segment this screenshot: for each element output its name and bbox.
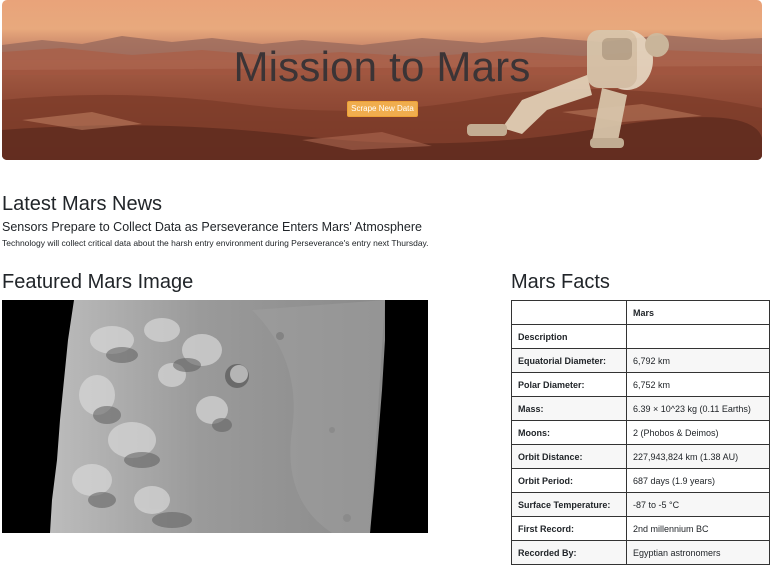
table-row: First Record: 2nd millennium BC xyxy=(511,516,770,541)
news-paragraph: Technology will collect critical data ab… xyxy=(2,238,429,248)
fact-value xyxy=(626,324,770,349)
table-row: Orbit Period: 687 days (1.9 years) xyxy=(511,468,770,493)
fact-value: 6,792 km xyxy=(626,348,770,373)
news-heading: Latest Mars News xyxy=(2,193,163,215)
fact-value: -87 to -5 °C xyxy=(626,492,770,517)
table-row: Moons: 2 (Phobos & Deimos) xyxy=(511,420,770,445)
hero-banner: Mission to Mars Scrape New Data xyxy=(2,0,762,160)
fact-label: Orbit Distance: xyxy=(511,444,627,469)
table-header-cell: Mars xyxy=(626,300,770,325)
fact-label: Polar Diameter: xyxy=(511,372,627,397)
fact-label: Moons: xyxy=(511,420,627,445)
fact-value: 227,943,824 km (1.38 AU) xyxy=(626,444,770,469)
featured-image-heading: Featured Mars Image xyxy=(2,271,194,293)
fact-label: Mass: xyxy=(511,396,627,421)
fact-value: 6,752 km xyxy=(626,372,770,397)
fact-label: First Record: xyxy=(511,516,627,541)
fact-value: 2 (Phobos & Deimos) xyxy=(626,420,770,445)
table-row: Recorded By: Egyptian astronomers xyxy=(511,540,770,565)
table-header-row: Mars xyxy=(511,300,770,325)
fact-label: Recorded By: xyxy=(511,540,627,565)
featured-mars-image xyxy=(2,300,428,533)
mars-facts-table: Mars Description Equatorial Diameter: 6,7… xyxy=(511,300,770,565)
page-title: Mission to Mars xyxy=(233,43,531,90)
fact-label: Surface Temperature: xyxy=(511,492,627,517)
fact-label: Equatorial Diameter: xyxy=(511,348,627,373)
table-row: Orbit Distance: 227,943,824 km (1.38 AU) xyxy=(511,444,770,469)
fact-label: Description xyxy=(511,324,627,349)
table-header-cell xyxy=(511,300,627,325)
news-title: Sensors Prepare to Collect Data as Perse… xyxy=(2,220,422,234)
scrape-new-data-button[interactable]: Scrape New Data xyxy=(347,101,418,117)
table-row: Surface Temperature: -87 to -5 °C xyxy=(511,492,770,517)
fact-label: Orbit Period: xyxy=(511,468,627,493)
fact-value: 6.39 × 10^23 kg (0.11 Earths) xyxy=(626,396,770,421)
fact-value: 2nd millennium BC xyxy=(626,516,770,541)
fact-value: 687 days (1.9 years) xyxy=(626,468,770,493)
table-row: Description xyxy=(511,324,770,349)
table-row: Equatorial Diameter: 6,792 km xyxy=(511,348,770,373)
table-row: Mass: 6.39 × 10^23 kg (0.11 Earths) xyxy=(511,396,770,421)
table-row: Polar Diameter: 6,752 km xyxy=(511,372,770,397)
mars-facts-heading: Mars Facts xyxy=(511,271,610,293)
fact-value: Egyptian astronomers xyxy=(626,540,770,565)
